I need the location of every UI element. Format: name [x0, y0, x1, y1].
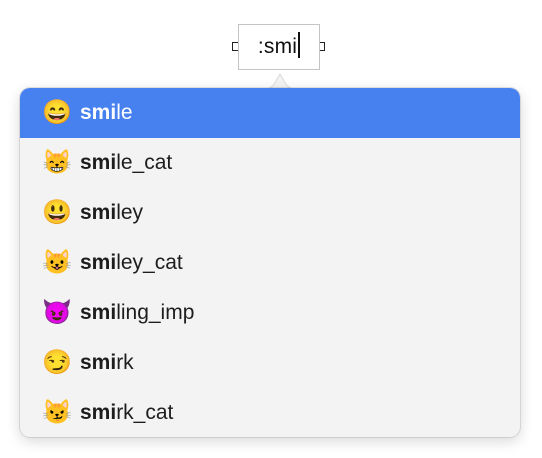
suggestion-row[interactable]: 😏 smirk [20, 338, 520, 388]
suggestion-match-text: smi [80, 101, 117, 124]
suggestion-rest-text: ley [116, 201, 144, 224]
emoji-suggestion-popover: 😄 smile 😸 smile_cat 😃 smiley 😺 smiley_cat 😈 smili… [20, 88, 520, 437]
smiley-cat-icon: 😺 [42, 249, 72, 276]
suggestion-row[interactable]: 😸 smile_cat [20, 138, 520, 188]
grinning-face-icon: 😄 [42, 99, 72, 126]
suggestion-match-text: smi [80, 351, 117, 374]
smiling-cat-icon: 😸 [42, 149, 72, 176]
smiley-face-icon: 😃 [42, 199, 72, 226]
suggestion-row[interactable]: 😼 smirk_cat [20, 388, 520, 437]
suggestion-match-text: smi [80, 251, 117, 274]
suggestion-list: 😄 smile 😸 smile_cat 😃 smiley 😺 smiley_cat 😈 smili… [20, 88, 520, 437]
smirk-cat-icon: 😼 [42, 399, 72, 426]
suggestion-row[interactable]: 😃 smiley [20, 188, 520, 238]
suggestion-label: smiling_imp [80, 301, 194, 325]
smiling-imp-icon: 😈 [42, 299, 72, 326]
text-caret [298, 32, 301, 58]
emoji-autocomplete-screen: :smi 😄 smile 😸 smile_cat 😃 smiley 😺 smiley_cat 😈… [0, 0, 542, 458]
suggestion-label: smile_cat [80, 151, 172, 175]
suggestion-row[interactable]: 😈 smiling_imp [20, 288, 520, 338]
suggestion-match-text: smi [80, 151, 117, 174]
suggestion-match-text: smi [80, 201, 117, 224]
suggestion-row[interactable]: 😄 smile [20, 88, 520, 138]
suggestion-rest-text: le_cat [116, 151, 173, 174]
suggestion-match-text: smi [80, 301, 117, 324]
suggestion-label: smirk_cat [80, 401, 173, 425]
suggestion-match-text: smi [80, 401, 117, 424]
field-text: :smi [257, 35, 298, 58]
suggestion-label: smile [80, 101, 133, 125]
suggestion-rest-text: rk [116, 351, 134, 374]
text-field[interactable]: :smi [238, 24, 320, 70]
suggestion-rest-text: ling_imp [116, 301, 195, 324]
suggestion-row[interactable]: 😺 smiley_cat [20, 238, 520, 288]
suggestion-rest-text: le [116, 101, 133, 124]
suggestion-rest-text: ley_cat [116, 251, 183, 274]
suggestion-label: smiley [80, 201, 143, 225]
smirk-face-icon: 😏 [42, 349, 72, 376]
suggestion-label: smiley_cat [80, 251, 183, 275]
suggestion-label: smirk [80, 351, 134, 375]
suggestion-rest-text: rk_cat [116, 401, 174, 424]
popover-arrow [260, 73, 300, 90]
